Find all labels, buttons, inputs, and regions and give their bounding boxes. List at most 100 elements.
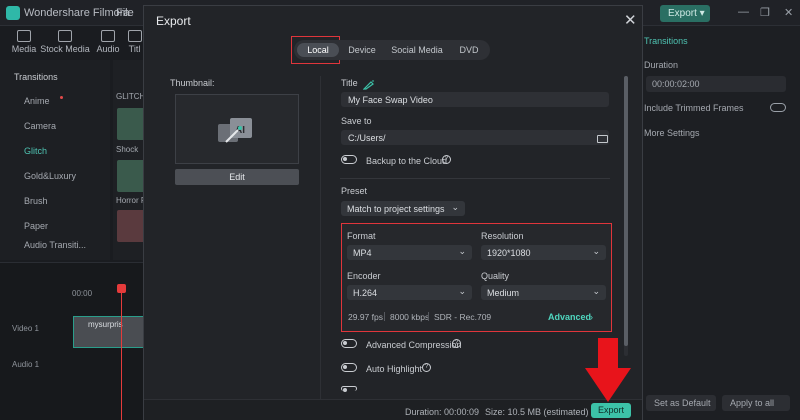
titles-icon: [127, 30, 142, 42]
section-divider: [340, 178, 610, 179]
info-separator: [428, 312, 429, 321]
set-as-default-button[interactable]: Set as Default: [646, 395, 716, 411]
chevron-down-icon: ⌄: [458, 246, 466, 256]
include-trimmed-toggle[interactable]: [770, 103, 786, 112]
playhead[interactable]: [121, 286, 122, 420]
sidebar-item-gold-luxury[interactable]: Gold&Luxury: [24, 171, 76, 181]
preset-dropdown[interactable]: Match to project settings ⌄: [341, 201, 465, 216]
advanced-compression-toggle[interactable]: [341, 339, 357, 348]
sidebar-item-paper[interactable]: Paper: [24, 221, 48, 231]
export-size: Size: 10.5 MB (estimated): [485, 407, 589, 417]
apply-to-all-button[interactable]: Apply to all: [722, 395, 790, 411]
stock-media-icon: [58, 30, 72, 42]
folder-icon[interactable]: [597, 135, 608, 143]
audio-track-label: Audio 1: [12, 360, 40, 369]
app-name: Wondershare Filmora: [24, 7, 130, 19]
encoder-label: Encoder: [347, 271, 381, 281]
preset-label: Preset: [341, 186, 368, 196]
menu-file[interactable]: File: [116, 7, 134, 19]
export-dialog: Export ✕ Local Device Social Media DVD T…: [143, 5, 643, 420]
ai-edit-title-icon[interactable]: [363, 80, 375, 90]
toolbar-audio[interactable]: Audio: [90, 26, 126, 54]
help-icon[interactable]: ?: [442, 155, 451, 164]
thumb-group-header: GLITCH: [116, 92, 146, 101]
chevron-right-icon: ›: [590, 312, 593, 322]
toolbar-stock-media[interactable]: Stock Media: [40, 26, 90, 54]
format-dropdown[interactable]: MP4 ⌄: [347, 245, 472, 260]
ai-thumbnail-icon: AI: [218, 118, 252, 143]
bitrate-value: 8000 kbps: [390, 312, 430, 322]
resolution-label: Resolution: [481, 231, 524, 241]
duration-label: Duration: [644, 60, 679, 70]
thumbnail-edit-button[interactable]: Edit: [175, 169, 299, 185]
new-badge-icon: [60, 96, 63, 99]
auto-highlight-label: Auto Highlight: [366, 364, 423, 374]
tab-device[interactable]: Device: [344, 43, 380, 57]
chevron-down-icon: ⌄: [458, 286, 466, 296]
sidebar-item-anime[interactable]: Anime: [24, 96, 50, 106]
thumbnail-label: Thumbnail:: [170, 78, 215, 88]
video-track-label: Video 1: [12, 324, 39, 333]
column-divider: [320, 76, 321, 406]
title-input[interactable]: My Face Swap Video: [341, 92, 609, 107]
minimize-icon[interactable]: —: [738, 6, 749, 18]
dialog-title: Export: [156, 14, 191, 28]
media-toolbar: Media Stock Media Audio Titl: [0, 26, 145, 60]
resolution-dropdown[interactable]: 1920*1080 ⌄: [481, 245, 606, 260]
more-settings[interactable]: More Settings: [644, 128, 700, 138]
partial-toggle[interactable]: [341, 386, 357, 392]
toolbar-titles[interactable]: Titl: [124, 26, 145, 54]
tab-dvd[interactable]: DVD: [454, 43, 484, 57]
tab-transitions[interactable]: Transitions: [644, 36, 688, 46]
chevron-down-icon: ⌄: [592, 286, 600, 296]
maximize-icon[interactable]: ❐: [760, 6, 770, 19]
timeline-timecode: 00:00: [72, 289, 93, 298]
filmora-logo-icon: [6, 6, 20, 20]
title-label: Title: [341, 78, 358, 88]
save-to-label: Save to: [341, 116, 372, 126]
auto-highlight-toggle[interactable]: [341, 363, 357, 372]
quality-dropdown[interactable]: Medium ⌄: [481, 285, 606, 300]
toolbar-media[interactable]: Media: [6, 26, 42, 54]
chevron-down-icon: ⌄: [592, 246, 600, 256]
quality-label: Quality: [481, 271, 510, 281]
tab-local[interactable]: Local: [297, 43, 339, 57]
transition-thumb[interactable]: [117, 160, 145, 192]
format-label: Format: [347, 231, 376, 241]
color-space-value: SDR - Rec.709: [434, 312, 492, 322]
advanced-settings-link[interactable]: Advanced: [548, 312, 591, 322]
transition-thumb-label: Shock: [116, 145, 139, 154]
sidebar-item-brush[interactable]: Brush: [24, 196, 48, 206]
tab-social-media[interactable]: Social Media: [386, 43, 448, 57]
sidebar-item-glitch[interactable]: Glitch: [24, 146, 47, 156]
duration-input[interactable]: 00:00:02:00: [646, 76, 786, 92]
red-arrow-annotation-icon: [585, 338, 631, 402]
transition-thumb[interactable]: [117, 108, 145, 140]
help-icon[interactable]: ?: [422, 363, 431, 372]
chevron-down-icon: ⌄: [451, 202, 459, 212]
top-export-button[interactable]: Export ▾: [660, 5, 710, 22]
save-to-input[interactable]: C:/Users/: [341, 130, 609, 145]
sidebar-item-camera[interactable]: Camera: [24, 121, 56, 131]
export-tabs: Local Device Social Media DVD: [294, 40, 490, 60]
scrollbar-thumb[interactable]: [624, 76, 628, 346]
backup-cloud-toggle[interactable]: [341, 155, 357, 164]
export-button[interactable]: Export: [591, 403, 631, 418]
encoder-dropdown[interactable]: H.264 ⌄: [347, 285, 472, 300]
transition-thumb[interactable]: [117, 210, 145, 242]
fps-value: 29.97 fps: [348, 312, 383, 322]
audio-icon: [101, 30, 115, 42]
advanced-compression-label: Advanced Compression: [366, 340, 462, 350]
sidebar-item-audio-transitions[interactable]: Audio Transiti...: [24, 240, 86, 250]
info-separator: [384, 312, 385, 321]
window-close-icon[interactable]: ✕: [784, 6, 793, 19]
media-icon: [17, 30, 31, 42]
sidebar-section-transitions[interactable]: Transitions: [14, 72, 58, 82]
clip-name: mysurpris: [88, 320, 123, 329]
close-icon[interactable]: ✕: [624, 11, 637, 29]
export-duration: Duration: 00:00:09: [405, 407, 480, 417]
help-icon[interactable]: ?: [452, 339, 461, 348]
backup-cloud-label: Backup to the Cloud: [366, 156, 448, 166]
include-trimmed-label: Include Trimmed Frames: [644, 103, 744, 113]
transitions-sidebar: Transitions: [0, 60, 110, 260]
